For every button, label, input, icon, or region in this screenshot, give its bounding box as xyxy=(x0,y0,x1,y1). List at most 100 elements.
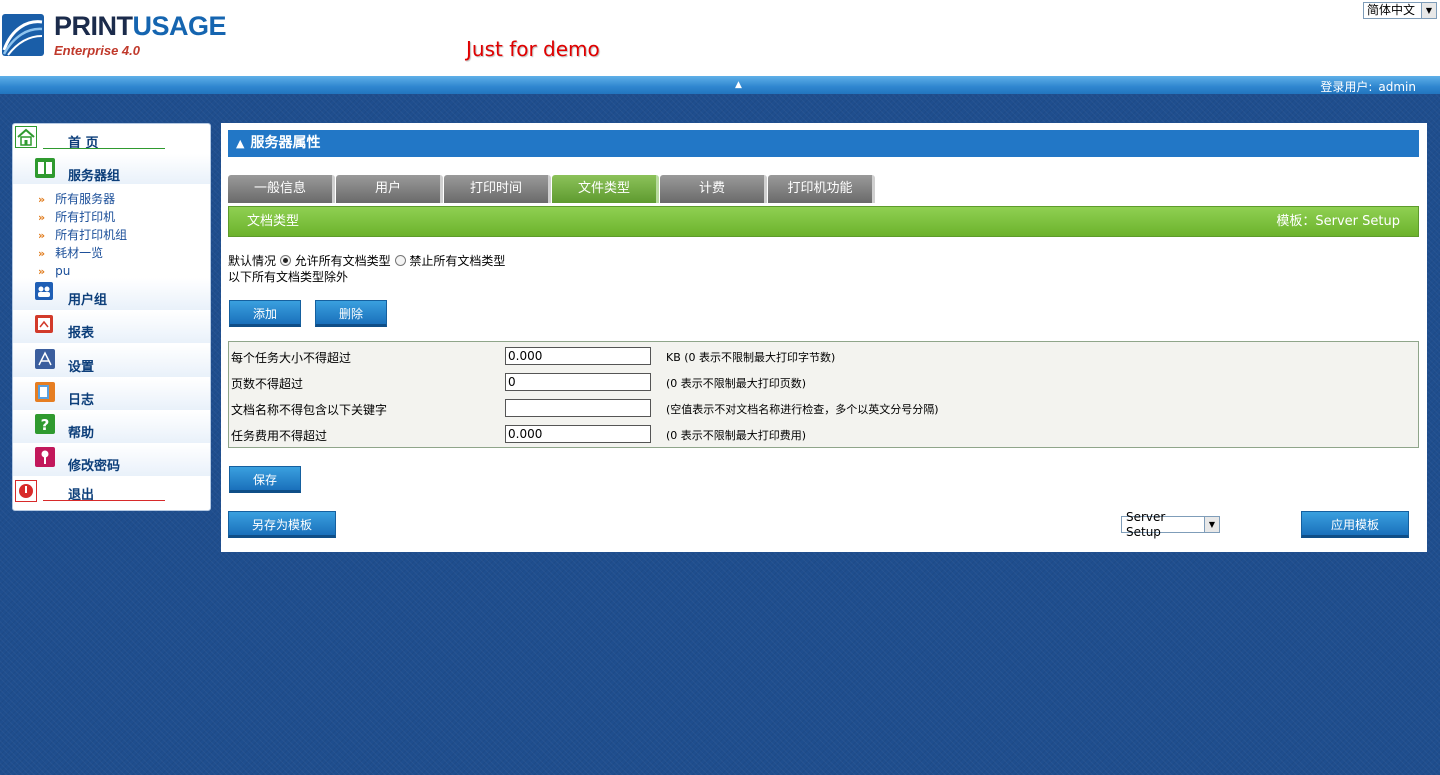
radio-allow-all[interactable] xyxy=(279,255,291,266)
sidebar-item-logs[interactable]: 日志 xyxy=(13,378,210,410)
sidebar-item-change-password[interactable]: 修改密码 xyxy=(13,444,210,476)
sidebar-subitem[interactable]: » 耗材一览 xyxy=(38,244,127,262)
chevron-down-icon[interactable]: ▼ xyxy=(1421,3,1436,18)
chevron-right-icon: » xyxy=(38,193,46,206)
logo-edition: Enterprise 4.0 xyxy=(54,43,140,58)
field-label: 文档名称不得包含以下关键字 xyxy=(231,403,388,417)
field-hint: KB (0 表示不限制最大打印字节数) xyxy=(666,351,836,364)
sidebar-subitem-label: 耗材一览 xyxy=(55,246,104,260)
sidebar: 首 页 服务器组 » 所有服务器 » 所有打印机 » 所有打印机组 » 耗材一览 » pu… xyxy=(12,123,211,511)
delete-button[interactable]: 删除 xyxy=(315,300,387,327)
field-hint: (空值表示不对文档名称进行检查，多个以英文分号分隔) xyxy=(666,403,939,416)
power-icon xyxy=(15,480,37,502)
help-icon: ? xyxy=(35,414,55,434)
login-label: 登录用户: xyxy=(1320,80,1373,94)
sidebar-item-home[interactable]: 首 页 xyxy=(13,124,210,156)
field-label: 页数不得超过 xyxy=(231,377,304,391)
sidebar-item-help[interactable]: ? 帮助 xyxy=(13,411,210,443)
sidebar-item-label: 日志 xyxy=(68,393,95,408)
section-header: 文档类型 模板：Server Setup xyxy=(228,206,1419,237)
apply-template-button[interactable]: 应用模板 xyxy=(1301,511,1409,538)
field-hint: (0 表示不限制最大打印费用) xyxy=(666,429,807,442)
form-row: 任务费用不得超过 0.000 (0 表示不限制最大打印费用) xyxy=(229,421,1418,447)
except-note: 以下所有文档类型除外 xyxy=(228,270,349,284)
page-title: ▲ 服务器属性 xyxy=(228,130,1419,157)
field-hint: (0 表示不限制最大打印页数) xyxy=(666,377,807,390)
chevron-right-icon: » xyxy=(38,229,46,242)
sidebar-item-label: 帮助 xyxy=(68,426,95,441)
sidebar-subitem-label: 所有打印机组 xyxy=(55,228,128,242)
top-bar: ▲ 登录用户: admin xyxy=(0,76,1440,94)
svg-text:?: ? xyxy=(41,416,50,434)
sidebar-item-settings[interactable]: 设置 xyxy=(13,345,210,377)
sidebar-item-label: 报表 xyxy=(68,326,95,341)
keyword-input[interactable] xyxy=(505,399,651,417)
printusage-logo[interactable]: PRINTUSAGE Enterprise 4.0 xyxy=(2,12,242,62)
field-label: 每个任务大小不得超过 xyxy=(231,351,352,365)
main-panel: ▲ 服务器属性 一般信息 用户 打印时间 文件类型 计费 打印机功能 文档类型 模… xyxy=(221,123,1427,552)
field-label: 任务费用不得超过 xyxy=(231,429,328,443)
demo-notice: Just for demo xyxy=(466,37,600,61)
sidebar-item-server-group[interactable]: 服务器组 xyxy=(13,154,210,184)
logo-swoosh-icon xyxy=(2,14,44,56)
header: PRINTUSAGE Enterprise 4.0 Just for demo … xyxy=(0,0,1440,76)
key-icon xyxy=(35,447,55,467)
sidebar-item-label: 设置 xyxy=(68,360,95,375)
log-icon xyxy=(35,382,55,402)
sidebar-subitem-label: pu xyxy=(55,264,71,278)
max-size-input[interactable]: 0.000 xyxy=(505,347,651,365)
tab-print-time[interactable]: 打印时间 xyxy=(444,175,551,203)
sidebar-subitem[interactable]: » 所有服务器 xyxy=(38,190,127,208)
divider xyxy=(43,148,165,149)
users-icon xyxy=(35,282,53,300)
server-group-submenu: » 所有服务器 » 所有打印机 » 所有打印机组 » 耗材一览 » pu xyxy=(38,190,127,280)
login-username: admin xyxy=(1378,80,1416,94)
sidebar-item-label: 用户组 xyxy=(68,293,108,308)
radio-deny-all[interactable] xyxy=(394,255,406,266)
chevron-down-icon[interactable]: ▼ xyxy=(1204,517,1219,532)
tab-billing[interactable]: 计费 xyxy=(660,175,767,203)
chevron-right-icon: » xyxy=(38,265,46,278)
template-label: 模板：Server Setup xyxy=(1276,214,1400,229)
divider xyxy=(43,500,165,501)
report-icon xyxy=(35,315,53,333)
chevron-right-icon: » xyxy=(38,211,46,224)
limits-form: 每个任务大小不得超过 0.000 KB (0 表示不限制最大打印字节数) 页数不… xyxy=(228,341,1419,448)
radio-deny-all-label[interactable]: 禁止所有文档类型 xyxy=(409,254,505,268)
sidebar-item-label: 服务器组 xyxy=(68,169,121,184)
settings-icon xyxy=(35,349,55,369)
save-as-template-button[interactable]: 另存为模板 xyxy=(228,511,336,538)
collapse-up-icon[interactable]: ▲ xyxy=(735,80,742,90)
max-cost-input[interactable]: 0.000 xyxy=(505,425,651,443)
language-select[interactable]: 简体中文 ▼ xyxy=(1363,2,1437,19)
sidebar-item-reports[interactable]: 报表 xyxy=(13,311,210,343)
section-title: 文档类型 xyxy=(247,214,300,229)
tab-printer-features[interactable]: 打印机功能 xyxy=(768,175,875,203)
tab-general[interactable]: 一般信息 xyxy=(228,175,335,203)
default-label: 默认情况 xyxy=(228,254,277,268)
template-select-value: Server Setup xyxy=(1126,509,1166,539)
language-select-value: 简体中文 xyxy=(1367,3,1416,17)
form-row: 每个任务大小不得超过 0.000 KB (0 表示不限制最大打印字节数) xyxy=(229,343,1418,369)
home-icon xyxy=(15,126,37,148)
form-row: 页数不得超过 0 (0 表示不限制最大打印页数) xyxy=(229,369,1418,395)
default-policy: 默认情况 允许所有文档类型 禁止所有文档类型 以下所有文档类型除外 xyxy=(228,253,505,285)
radio-allow-all-label[interactable]: 允许所有文档类型 xyxy=(295,254,391,268)
sidebar-subitem-label: 所有打印机 xyxy=(55,210,116,224)
tab-users[interactable]: 用户 xyxy=(336,175,443,203)
logo-wordmark: PRINTUSAGE xyxy=(54,11,227,41)
login-info: 登录用户: admin xyxy=(1320,78,1416,95)
sidebar-item-user-group[interactable]: 用户组 xyxy=(13,278,210,310)
save-button[interactable]: 保存 xyxy=(229,466,301,493)
sidebar-subitem[interactable]: » 所有打印机 xyxy=(38,208,127,226)
hierarchy-icon: ▲ xyxy=(236,137,245,150)
add-button[interactable]: 添加 xyxy=(229,300,301,327)
tab-bar: 一般信息 用户 打印时间 文件类型 计费 打印机功能 xyxy=(228,175,1419,204)
sidebar-subitem-label: 所有服务器 xyxy=(55,192,116,206)
form-row: 文档名称不得包含以下关键字 (空值表示不对文档名称进行检查，多个以英文分号分隔) xyxy=(229,395,1418,421)
template-select[interactable]: Server Setup ▼ xyxy=(1121,510,1220,539)
max-pages-input[interactable]: 0 xyxy=(505,373,651,391)
tab-file-types[interactable]: 文件类型 xyxy=(552,175,659,203)
sidebar-subitem[interactable]: » 所有打印机组 xyxy=(38,226,127,244)
sidebar-item-logout[interactable]: 退出 xyxy=(13,478,210,510)
